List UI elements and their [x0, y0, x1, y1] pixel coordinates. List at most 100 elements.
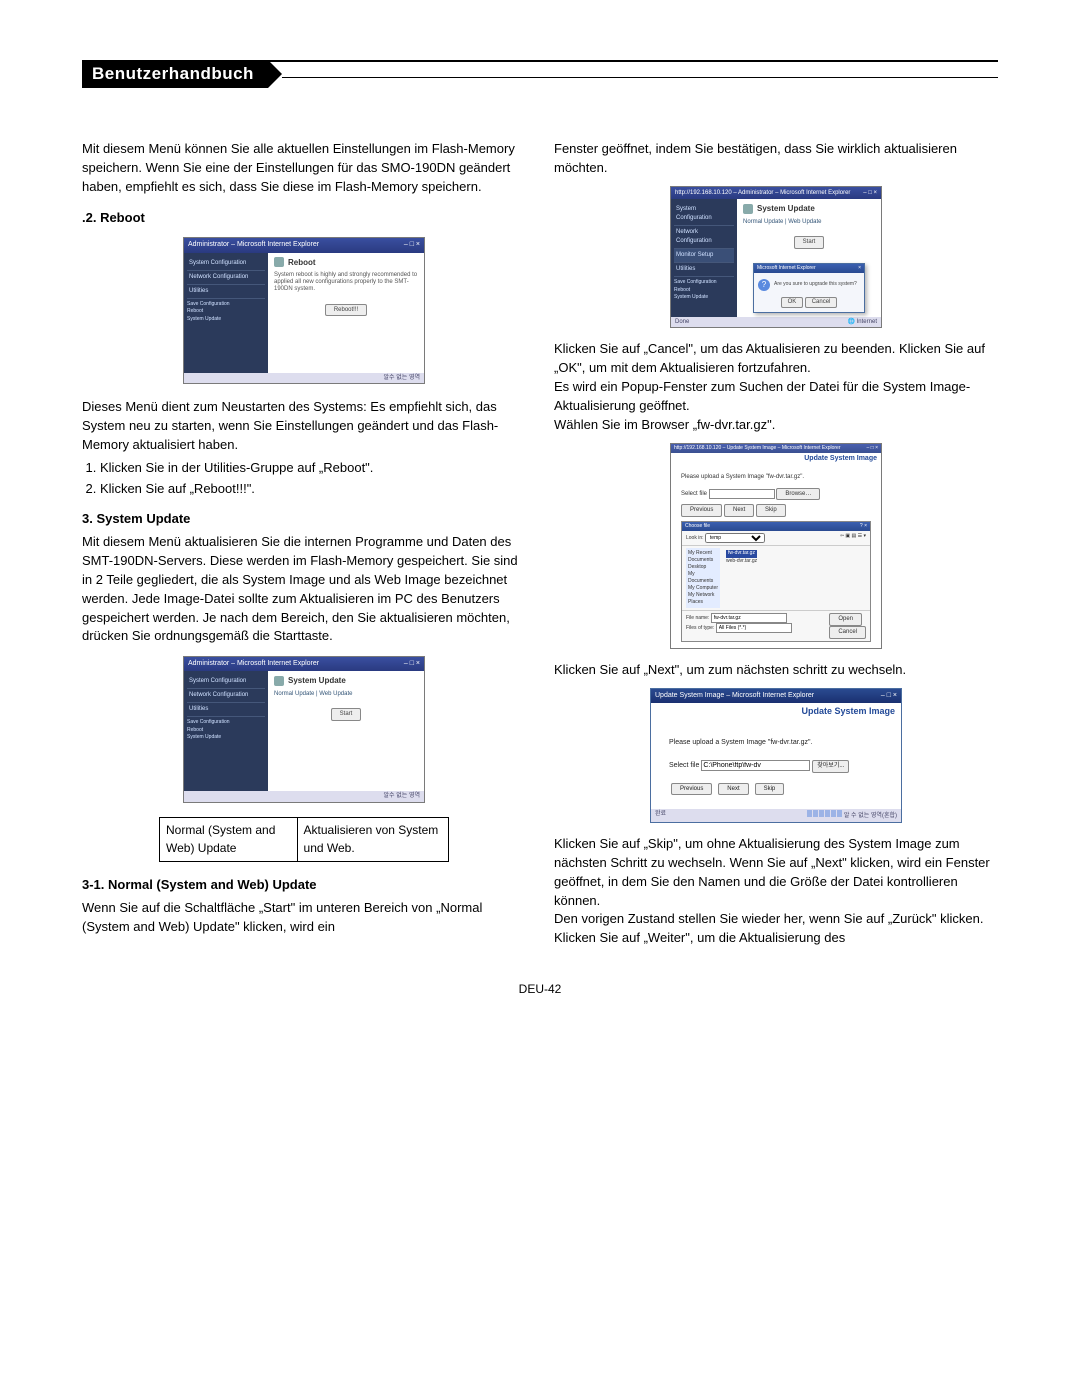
popup-message: Are you sure to upgrade this system? [774, 281, 857, 288]
page-number: DEU-42 [82, 982, 998, 996]
reboot-statusbar: 알수 없는 영역 [184, 373, 424, 384]
reboot-text: Dieses Menü dient zum Neustarten des Sys… [82, 398, 526, 455]
start-button[interactable]: Start [331, 708, 362, 721]
right-column: Fenster geöffnet, indem Sie bestätigen, … [554, 140, 998, 952]
reboot-main-head: Reboot [288, 257, 316, 269]
sidebar-item: Utilities [187, 703, 265, 717]
fd-title: Choose file [685, 523, 710, 530]
upload-instruction: Please upload a System Image "fw-dvr.tar… [681, 473, 871, 482]
skip-button[interactable]: Skip [756, 504, 786, 517]
done-label: Done [675, 318, 689, 327]
previous-button[interactable]: Previous [681, 504, 722, 517]
next-screenshot: Update System Image – Microsoft Internet… [650, 688, 902, 823]
fd-place[interactable]: My Documents [688, 571, 718, 585]
next-skip-button[interactable]: Skip [755, 783, 785, 796]
progress-icon [807, 810, 842, 817]
sidebar-item: Network Configuration [187, 689, 265, 703]
popup-title: Microsoft Internet Explorer [757, 265, 816, 272]
fd-filetype-label: Files of type: [686, 625, 714, 631]
close-icon[interactable]: × [858, 265, 861, 272]
fd-nav-icons[interactable]: ⇦ ▣ ▤ ☰ ▾ [840, 533, 866, 540]
normal-update-heading: 3-1. Normal (System and Web) Update [82, 876, 526, 895]
sidebar-item-monitor: Monitor Setup [674, 249, 734, 263]
sidebar-item: Network Configuration [674, 226, 734, 249]
update-type-table: Normal (System and Web) Update Aktualisi… [159, 817, 449, 862]
sidebar-subitem: Reboot [187, 308, 265, 316]
confirm-start-button[interactable]: Start [794, 236, 825, 249]
system-update-text: Mit diesem Menü aktualisieren Sie die in… [82, 533, 526, 646]
reboot-button[interactable]: Reboot!!! [325, 304, 367, 317]
next-previous-button[interactable]: Previous [671, 783, 712, 796]
skip-text: Klicken Sie auf „Skip", um ohne Aktualis… [554, 835, 998, 948]
fd-file-selected[interactable]: fw-dvr.tar.gz [726, 550, 757, 557]
next-button[interactable]: Next [724, 504, 754, 517]
window-controls-icon: – □ × [404, 659, 420, 669]
next-status-right: 알 수 없는 영역(혼합) [844, 813, 897, 819]
next-file-input[interactable] [701, 760, 810, 771]
sidebar-item: Network Configuration [187, 271, 265, 285]
header-bar: Benutzerhandbuch [82, 60, 998, 90]
confirm-text: Klicken Sie auf „Cancel", um das Aktuali… [554, 340, 998, 434]
system-update-screenshot: Administrator – Microsoft Internet Explo… [183, 656, 425, 803]
reboot-desc: System reboot is highly and strongly rec… [274, 272, 418, 294]
fd-filetype-input[interactable] [716, 623, 792, 633]
fd-lookin-select[interactable]: temp [705, 533, 765, 543]
file-dialog: Choose file ? × Look in: temp ⇦ ▣ ▤ ☰ ▾ M… [681, 521, 871, 642]
next-select-label: Select file [669, 762, 699, 769]
next-browse-button[interactable]: 찾아보기... [812, 760, 849, 773]
next-text: Klicken Sie auf „Next", um zum nächsten … [554, 661, 998, 680]
confirm-title: http://192.168.10.120 – Administrator – … [675, 189, 850, 198]
update-icon [274, 676, 284, 686]
close-icon[interactable]: ? × [860, 523, 867, 530]
sidebar-subitem: Save Configuration [187, 719, 265, 727]
window-controls-icon: – □ × [881, 691, 897, 701]
intro-paragraph: Mit diesem Menü können Sie alle aktuelle… [82, 140, 526, 197]
confirm-links: Normal Update | Web Update [743, 219, 875, 226]
system-update-heading: 3. System Update [82, 510, 526, 529]
fd-file[interactable]: web-dvr.tar.gz [726, 558, 864, 565]
sidebar-subitem: Reboot [674, 287, 734, 295]
fd-place[interactable]: My Recent Documents [688, 550, 718, 564]
next-next-button[interactable]: Next [718, 783, 748, 796]
reboot-shot-sidebar: System Configuration Network Configurati… [184, 253, 268, 373]
confirm-intro: Fenster geöffnet, indem Sie bestätigen, … [554, 140, 998, 178]
table-cell: Aktualisieren von System und Web. [297, 818, 448, 862]
next-shot-msg: Please upload a System Image "fw-dvr.tar… [669, 738, 883, 748]
cancel-button[interactable]: Cancel [805, 297, 838, 308]
browse-button[interactable]: Browse… [776, 488, 820, 501]
sidebar-subitem: System Update [674, 294, 734, 302]
fd-filename-input[interactable] [711, 613, 787, 623]
zone-icon: 🌐 Internet [848, 318, 878, 327]
question-icon: ? [758, 279, 770, 291]
fd-place[interactable]: My Computer [688, 585, 718, 592]
reboot-steps: Klicken Sie in der Utilities-Gruppe auf … [82, 459, 526, 499]
upload-header: Update System Image [671, 453, 881, 465]
table-cell: Normal (System and Web) Update [160, 818, 298, 862]
fd-places: My Recent Documents Desktop My Documents… [686, 548, 720, 608]
sidebar-subitem: Save Configuration [187, 301, 265, 309]
next-status-left: 완료 [655, 810, 666, 821]
ok-button[interactable]: OK [781, 297, 804, 308]
sidebar-subitem: Save Configuration [674, 279, 734, 287]
normal-update-text: Wenn Sie auf die Schaltfläche „Start" im… [82, 899, 526, 937]
update-icon [743, 204, 753, 214]
reboot-icon [274, 257, 284, 267]
next-shot-title: Update System Image – Microsoft Internet… [655, 691, 814, 701]
window-controls-icon: – □ × [404, 240, 420, 250]
sysupd-shot-title: Administrator – Microsoft Internet Explo… [188, 659, 319, 669]
sidebar-item: System Configuration [187, 257, 265, 271]
sidebar-subitem: System Update [187, 316, 265, 324]
file-input[interactable] [709, 489, 775, 499]
reboot-step: Klicken Sie in der Utilities-Gruppe auf … [100, 459, 526, 478]
window-controls-icon: – □ × [863, 189, 877, 198]
select-file-label: Select file [681, 491, 707, 497]
reboot-screenshot: Administrator – Microsoft Internet Explo… [183, 237, 425, 384]
fd-open-button[interactable]: Open [829, 613, 862, 626]
fd-cancel-button[interactable]: Cancel [829, 626, 866, 639]
fd-place[interactable]: My Network Places [688, 592, 718, 606]
sidebar-subitem: System Update [187, 734, 265, 742]
fd-lookin-label: Look in: [686, 535, 704, 541]
page-header-title: Benutzerhandbuch [82, 60, 268, 88]
fd-place[interactable]: Desktop [688, 564, 718, 571]
next-shot-header: Update System Image [651, 703, 901, 720]
